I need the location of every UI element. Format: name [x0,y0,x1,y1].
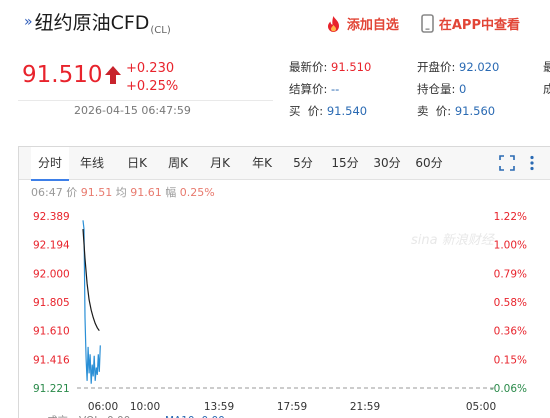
stat-ask: 卖 价: 91.560 [417,102,499,124]
stats-column-3: 最 成 [543,58,550,102]
y-right-tick: 1.00% [494,240,527,252]
title-code: (CL) [150,25,171,36]
stats-column-2: 开盘价: 92.020 持仓量: 0 卖 价: 91.560 [417,58,499,124]
stats-column-1: 最新价: 91.510 结算价: -- 买 价: 91.540 [289,58,371,124]
stat-cut-1: 最 [543,60,550,74]
add-watchlist-button[interactable]: 添加自选 [325,14,399,33]
x-tick: 21:59 [350,401,380,413]
y-right-tick: 0.58% [494,297,527,309]
y-left-tick: 91.416 [33,354,70,366]
chart-panel: 分时 年线 日K 周K 月K 年K 5分 15分 30分 60分 06:47 价 91.51 均 … [18,146,550,418]
open-in-app-button[interactable]: 在APP中查看 [421,14,520,33]
stat-open: 开盘价: 92.020 [417,58,499,80]
stat-value: 92.020 [459,60,500,74]
y-left-tick: 91.610 [33,326,70,338]
volume-label: 成交 [47,414,68,418]
stat-label: 买 价: [289,104,327,118]
x-tick: 13:59 [204,401,234,413]
y-right-tick: 0.79% [494,268,527,280]
intraday-chart[interactable]: sina 新浪财经 92.389 92.194 92.000 91.805 91.610 9… [19,147,550,418]
y-left-tick: 91.221 [33,383,70,395]
header-actions: 添加自选 在APP中查看 [325,14,520,33]
y-right-tick: 0.15% [494,354,527,366]
add-watchlist-label: 添加自选 [346,18,399,33]
up-arrow-icon [104,65,122,89]
x-tick: 10:00 [130,401,160,413]
y-left-tick: 92.194 [33,240,70,252]
x-tick: 06:00 [88,401,118,413]
open-in-app-label: 在APP中查看 [438,18,520,33]
stat-open-interest: 持仓量: 0 [417,80,499,102]
quote-divider [18,100,273,101]
x-tick: 17:59 [277,401,307,413]
stat-label: 开盘价: [417,60,460,74]
stat-value: 0 [459,82,467,96]
stat-value: 91.540 [326,104,368,118]
price-change: +0.230 +0.25% [126,60,178,96]
quote-block: 91.510 +0.230 +0.25% 2026-04-15 06:47:59… [0,52,550,130]
y-left-tick: 92.389 [33,211,70,223]
y-right-tick: 1.22% [494,211,527,223]
stat-settle: 结算价: -- [289,80,371,102]
y-right-tick: 0.36% [494,326,527,338]
title-text: 纽约原油CFD [34,12,150,34]
stat-label: 持仓量: [417,82,460,96]
title-prefix-icon: » [24,14,33,30]
instrument-title: » 纽约原油CFD(CL) [24,8,171,36]
stat-label: 最新价: [289,60,332,74]
y-left-tick: 92.000 [33,268,70,280]
phone-icon [421,14,434,33]
x-tick: 05:00 [466,401,496,413]
quote-datetime: 2026-04-15 06:47:59 [74,104,191,117]
stat-value: -- [331,82,340,96]
y-right-tick: -0.06% [490,383,527,395]
stat-value: 91.510 [331,60,372,74]
y-left-tick: 91.805 [33,297,70,309]
flame-icon [325,15,342,33]
series-line-0 [82,220,101,384]
stat-value: 91.560 [454,104,496,118]
last-price: 91.510 [22,62,103,88]
change-value: +0.230 [126,61,175,76]
stat-bid: 买 价: 91.540 [289,102,371,124]
stat-label: 结算价: [289,82,332,96]
watermark: sina 新浪财经 [411,232,496,248]
header: » 纽约原油CFD(CL) 添加自选 在APP中查看 [0,0,550,52]
stat-cut-2: 成 [543,82,550,96]
stat-label: 卖 价: [417,104,455,118]
change-percent: +0.25% [126,79,179,94]
stat-latest: 最新价: 91.510 [289,58,371,80]
